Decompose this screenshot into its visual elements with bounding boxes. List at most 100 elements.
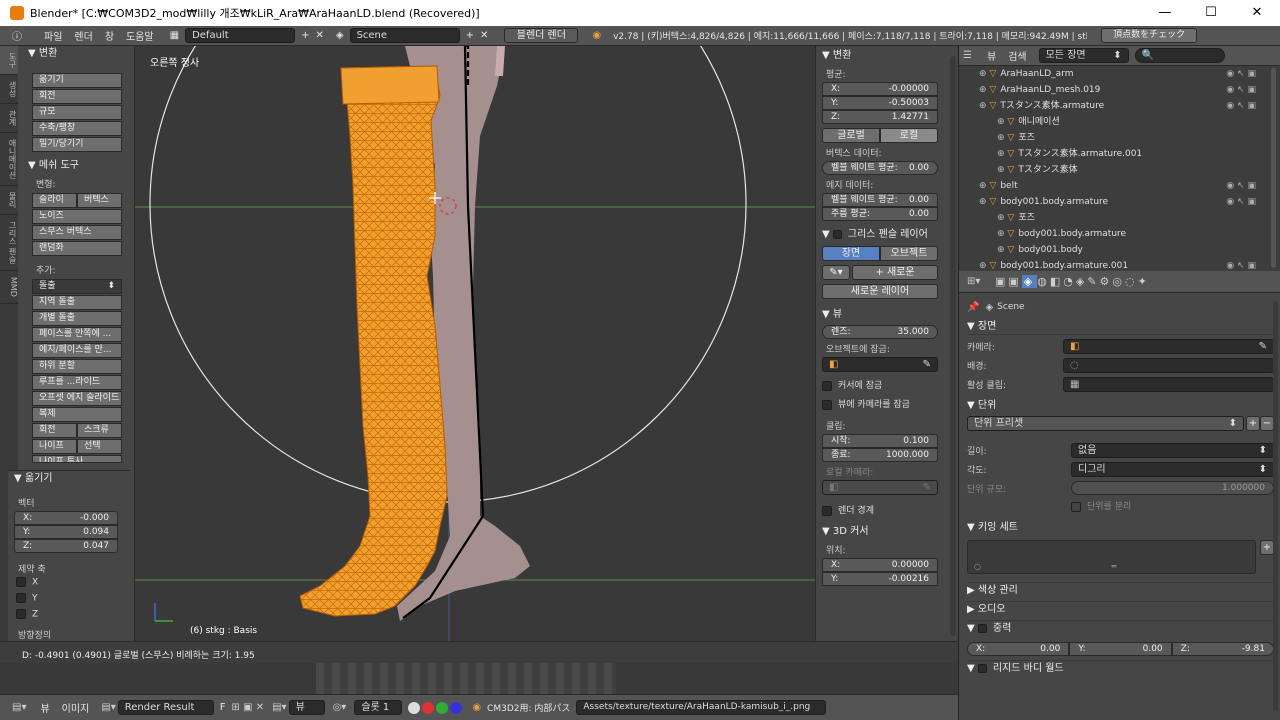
expand-icon[interactable]: ⊕ xyxy=(997,117,1007,127)
outliner-row[interactable]: ⊕ ▽ Tスタンス素体.armature ◉ ↖ ▣ xyxy=(959,98,1280,114)
expand-icon[interactable]: ⊕ xyxy=(997,213,1007,223)
outliner-row[interactable]: ⊕ ▽ belt ◉ ↖ ▣ xyxy=(959,178,1280,194)
cursor-y-field[interactable]: Y: -0.00216 xyxy=(822,572,938,586)
tool-translate-button[interactable]: 옮기기 xyxy=(32,73,122,88)
tool-duplicate-button[interactable]: 복제 xyxy=(32,407,122,422)
image-editor-type-icon[interactable]: ▤▾ xyxy=(12,702,26,713)
outliner-row[interactable]: ⊕ ▽ 포즈 xyxy=(959,210,1280,226)
expand-icon[interactable]: ⊕ xyxy=(979,85,989,95)
image-menu[interactable]: 이미지 xyxy=(56,700,96,715)
rotation-select[interactable]: 디그리 ⬍ xyxy=(1071,462,1274,477)
lock-object-field[interactable]: ◧ ✎ xyxy=(822,357,938,372)
tool-spin-button[interactable]: 회전 xyxy=(32,423,77,438)
gp-new-layer-button[interactable]: 새로운 레이어 xyxy=(822,284,938,299)
pin-icon[interactable]: 📌 xyxy=(967,302,979,313)
image-browse-icon[interactable]: ▤▾ xyxy=(101,702,115,713)
menu-render[interactable]: 렌더 xyxy=(68,28,98,43)
visibility-toggle-icons[interactable]: ◉ ↖ ▣ xyxy=(1226,194,1256,210)
tool-offset-edge-slide-button[interactable]: 오프셋 에지 슬라이드 xyxy=(32,391,122,406)
properties-context-tabs[interactable]: ▣▣ ◈ ◍◧◔◈✎⚙◎◌✦ xyxy=(995,275,1150,288)
menu-window[interactable]: 창 xyxy=(99,28,120,43)
rigid-body-world-header[interactable]: ▼ 리지드 바디 월드 xyxy=(967,660,1274,676)
tool-slide-button[interactable]: 슬라이 xyxy=(32,193,77,208)
transform-header[interactable]: ▼ 변환 xyxy=(822,48,938,64)
lock-camera-checkbox[interactable]: 뷰에 카메라를 잠금 xyxy=(822,397,938,410)
expand-icon[interactable]: ⊕ xyxy=(997,229,1007,239)
scene-panel-header[interactable]: ▼ 장면 xyxy=(967,319,1274,335)
operator-panel-header[interactable]: ▼ 옮기기 xyxy=(8,471,130,487)
crease-field[interactable]: 주름 평균: 0.00 xyxy=(822,207,938,221)
expand-icon[interactable]: ⊕ xyxy=(979,197,989,207)
outliner-row[interactable]: ⊕ ▽ 애니메이션 xyxy=(959,114,1280,130)
lock-cursor-checkbox[interactable]: 커서에 잠금 xyxy=(822,378,938,391)
visibility-toggle-icons[interactable]: ◉ ↖ ▣ xyxy=(1226,98,1256,114)
grease-pencil-layers-header[interactable]: ▼ 그리스 펜슬 레이어 xyxy=(822,227,938,243)
editor-type-icon[interactable]: ⓘ xyxy=(0,28,28,43)
gp-new-button[interactable]: + 새로운 xyxy=(852,265,938,280)
visibility-toggle-icons[interactable]: ◉ ↖ ▣ xyxy=(1226,178,1256,194)
vector-y-field[interactable]: Y: 0.094 xyxy=(14,525,118,539)
gravity-x-field[interactable]: X: 0.00 xyxy=(967,642,1070,656)
active-clip-field[interactable]: ▦ xyxy=(1063,377,1274,392)
median-z-field[interactable]: Z: 1.42771 xyxy=(822,110,938,124)
tool-shrink-fatten-button[interactable]: 수축/팽창 xyxy=(32,121,122,136)
expand-icon[interactable]: ⊕ xyxy=(997,149,1007,159)
vector-x-field[interactable]: X: -0.000 xyxy=(14,511,118,525)
tool-rotate-button[interactable]: 회전 xyxy=(32,89,122,104)
gp-object-tab[interactable]: 오브젝트 xyxy=(880,246,938,261)
expand-icon[interactable]: ⊕ xyxy=(979,181,989,191)
tool-subdivide-button[interactable]: 하위 분할 xyxy=(32,359,122,374)
tool-extrude-individual-button[interactable]: 개별 돌출 xyxy=(32,311,122,326)
expand-icon[interactable]: ⊕ xyxy=(979,101,989,111)
tool-knife-project-button[interactable]: 나이프 투사 xyxy=(32,455,122,463)
remove-scene-icon[interactable]: ✕ xyxy=(480,30,494,41)
tool-randomize-button[interactable]: 랜덤화 xyxy=(32,241,122,256)
minimize-button[interactable]: — xyxy=(1142,0,1188,26)
remove-layout-icon[interactable]: ✕ xyxy=(315,30,329,41)
outliner-editor-icon[interactable]: ☰ xyxy=(963,50,977,61)
gp-scene-tab[interactable]: 장면 xyxy=(822,246,880,261)
median-y-field[interactable]: Y: -0.50003 xyxy=(822,96,938,110)
visibility-toggle-icons[interactable]: ◉ ↖ ▣ xyxy=(1226,82,1256,98)
tool-inset-faces-button[interactable]: 페이스를 안쪽에 ... xyxy=(32,327,122,342)
mesh-tools-panel-header[interactable]: ▼ 메쉬 도구 xyxy=(22,158,122,174)
clip-end-field[interactable]: 종료: 1000.000 xyxy=(822,448,938,462)
tab-animation[interactable]: 애니메이션 xyxy=(0,133,18,186)
cursor-x-field[interactable]: X: 0.00000 xyxy=(822,558,938,572)
camera-field[interactable]: ◧ ✎ xyxy=(1063,339,1274,354)
slot-select[interactable]: 슬롯 1 xyxy=(354,700,403,715)
tab-physics[interactable]: 물리 xyxy=(0,186,18,215)
constraint-x-checkbox[interactable]: X xyxy=(16,577,130,593)
tool-make-edge-face-button[interactable]: 에지/페이스를 만... xyxy=(32,343,122,358)
3d-viewport[interactable]: 오른쪽 정사 (6) stkg : Basis xyxy=(135,46,815,641)
menu-file[interactable]: 파일 xyxy=(38,28,68,43)
scene-field[interactable]: Scene xyxy=(349,28,460,43)
expand-icon[interactable]: ⊕ xyxy=(997,133,1007,143)
units-panel-header[interactable]: ▼ 단위 xyxy=(967,398,1274,414)
outliner-search-field[interactable]: 🔍 xyxy=(1134,48,1225,63)
fake-user-button[interactable]: F xyxy=(214,702,232,713)
tool-extrude-region-button[interactable]: 지역 돌출 xyxy=(32,295,122,310)
keying-sets-header[interactable]: ▼ 키잉 세트 xyxy=(967,520,1274,536)
tab-relations[interactable]: 관계 xyxy=(0,104,18,133)
outliner-row[interactable]: ⊕ ▽ Tスタンス素体.armature.001 xyxy=(959,146,1280,162)
pivot-icon[interactable]: ◎▾ xyxy=(333,702,347,713)
tool-noise-button[interactable]: 노이즈 xyxy=(32,209,122,224)
tool-vertex-button[interactable]: 버텍스 xyxy=(77,193,122,208)
clip-start-field[interactable]: 시작: 0.100 xyxy=(822,434,938,448)
view-mode-icon[interactable]: ▤▾ xyxy=(272,702,286,713)
outliner-row[interactable]: ⊕ ▽ AraHaanLD_arm ◉ ↖ ▣ xyxy=(959,66,1280,82)
outliner-search-menu[interactable]: 검색 xyxy=(1002,48,1032,63)
tool-screw-button[interactable]: 스크류 xyxy=(77,423,122,438)
outliner-row[interactable]: ⊕ ▽ AraHaanLD_mesh.019 ◉ ↖ ▣ xyxy=(959,82,1280,98)
maximize-button[interactable]: ☐ xyxy=(1188,0,1234,26)
expand-icon[interactable]: ⊕ xyxy=(979,261,989,271)
image-name-field[interactable]: Render Result xyxy=(117,700,214,715)
vertex-count-check-button[interactable]: 頂点数をチェック xyxy=(1101,28,1198,43)
constraint-y-checkbox[interactable]: Y xyxy=(16,593,130,609)
unit-presets-select[interactable]: 단위 프리셋 ⬍ xyxy=(967,416,1244,431)
3d-cursor-header[interactable]: ▼ 3D 커서 xyxy=(822,524,938,540)
tool-push-pull-button[interactable]: 밀기/당기기 xyxy=(32,137,122,152)
tool-select-button[interactable]: 선택 xyxy=(77,439,122,454)
properties-scrollbar[interactable] xyxy=(1273,301,1278,711)
